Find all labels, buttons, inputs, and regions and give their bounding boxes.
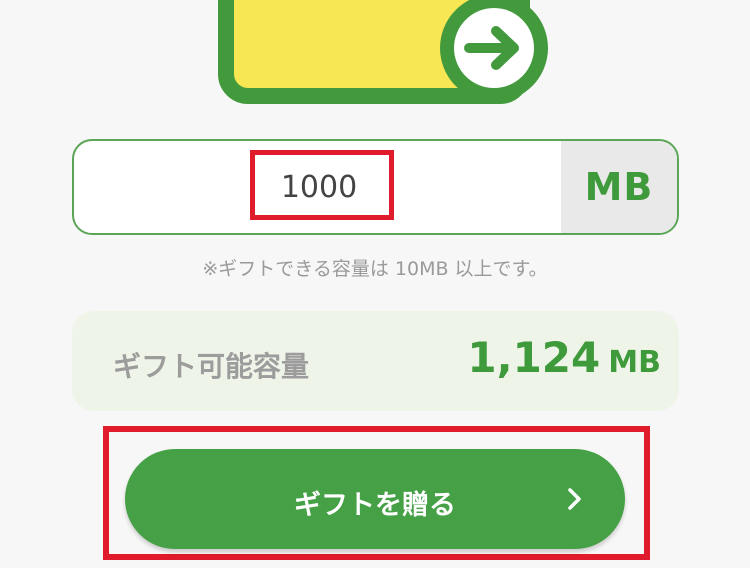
gift-amount-input[interactable]: [74, 141, 564, 233]
arrow-right-icon: [440, 0, 548, 102]
available-capacity-unit: MB: [608, 345, 661, 380]
minimum-amount-note: ※ギフトできる容量は 10MB 以上です。: [202, 258, 548, 280]
available-capacity-panel: ギフト可能容量 1,124 MB: [72, 311, 679, 411]
send-gift-button-label: ギフトを贈る: [294, 490, 456, 521]
available-capacity-value: 1,124 MB: [467, 333, 661, 382]
amount-unit-label: MB: [561, 141, 677, 233]
gift-amount-field: MB: [72, 139, 679, 235]
available-capacity-number: 1,124: [467, 333, 601, 382]
arrow-right-glyph: [464, 26, 519, 70]
available-capacity-label: ギフト可能容量: [113, 350, 310, 383]
chevron-right-icon: [568, 488, 581, 510]
send-gift-button[interactable]: ギフトを贈る: [125, 449, 625, 549]
